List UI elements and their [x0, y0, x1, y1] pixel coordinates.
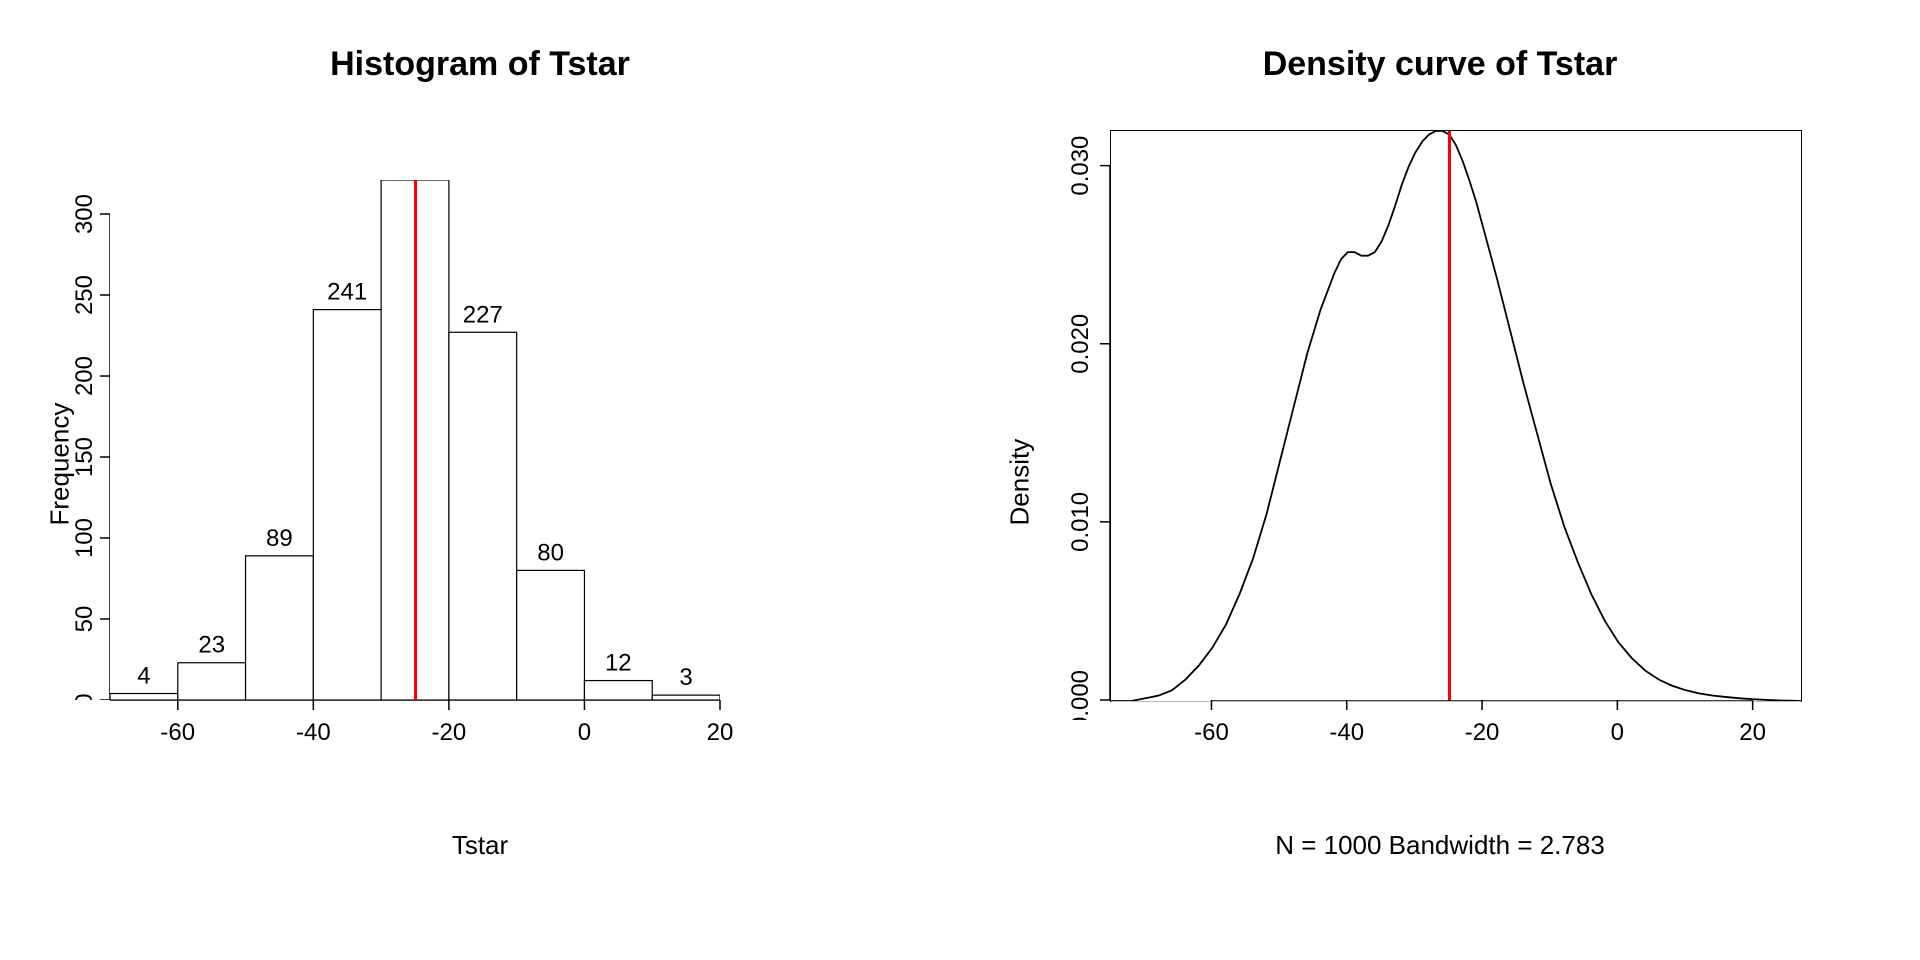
- y-tick-label: 150: [71, 437, 98, 477]
- bar-count-label: 4: [137, 663, 150, 690]
- x-tick-label: -40: [296, 719, 331, 746]
- x-tick-label: -60: [1194, 719, 1229, 746]
- histogram-bar: [449, 332, 517, 700]
- x-tick-label: 0: [1611, 719, 1624, 746]
- histogram-bar: [178, 663, 246, 700]
- figure-row: Histogram of Tstar Frequency 42389241321…: [0, 0, 1920, 960]
- density-svg: [1111, 131, 1801, 701]
- bar-count-label: 241: [327, 279, 367, 306]
- x-tick-label: -20: [1465, 719, 1500, 746]
- y-tick-label: 0.030: [1067, 136, 1094, 196]
- x-axis-label: N = 1000 Bandwidth = 2.783: [960, 830, 1920, 861]
- x-tick-label: 20: [707, 719, 734, 746]
- bar-count-label: 12: [605, 650, 632, 677]
- vline-red: [1448, 131, 1451, 701]
- y-tick-label: 100: [71, 518, 98, 558]
- x-tick-label: -20: [432, 719, 467, 746]
- bar-count-label: 23: [198, 632, 225, 659]
- histogram-plot-area: 4238924132122780123: [110, 180, 720, 700]
- histogram-y-axis: 0 50 100 150 200 250 300: [0, 0, 110, 700]
- histogram-bar: [584, 681, 652, 700]
- histogram-panel: Histogram of Tstar Frequency 42389241321…: [0, 0, 960, 960]
- x-axis-label: Tstar: [0, 830, 960, 861]
- histogram-bar: [313, 310, 381, 700]
- bar-count-label: 3: [679, 664, 692, 691]
- vline-red: [414, 180, 417, 700]
- histogram-bar: [246, 556, 314, 700]
- y-tick-label: 300: [71, 194, 98, 234]
- y-tick-label: 0: [71, 693, 98, 700]
- bar-count-label: 89: [266, 525, 293, 552]
- y-tick-label: 0.000: [1067, 670, 1094, 720]
- histogram-x-axis: -60 -40 -20 0 20: [0, 700, 800, 780]
- y-tick-label: 250: [71, 275, 98, 315]
- bar-count-label: 80: [537, 539, 564, 566]
- y-tick-label: 0.020: [1067, 314, 1094, 374]
- histogram-bar: [517, 570, 585, 700]
- bar-count-label: 227: [463, 301, 503, 328]
- x-tick-label: 20: [1739, 719, 1766, 746]
- x-tick-label: -40: [1329, 719, 1364, 746]
- x-tick-label: -60: [160, 719, 195, 746]
- y-tick-label: 0.010: [1067, 492, 1094, 552]
- density-plot-area: [1110, 130, 1802, 702]
- y-tick-label: 200: [71, 356, 98, 396]
- x-tick-label: 0: [578, 719, 591, 746]
- density-y-axis: 0.000 0.010 0.020 0.030: [960, 0, 1110, 720]
- density-curve: [1111, 131, 1801, 701]
- chart-title: Histogram of Tstar: [0, 45, 960, 84]
- density-panel: Density curve of Tstar Density -60-40-20…: [960, 0, 1920, 960]
- y-tick-label: 50: [71, 606, 98, 633]
